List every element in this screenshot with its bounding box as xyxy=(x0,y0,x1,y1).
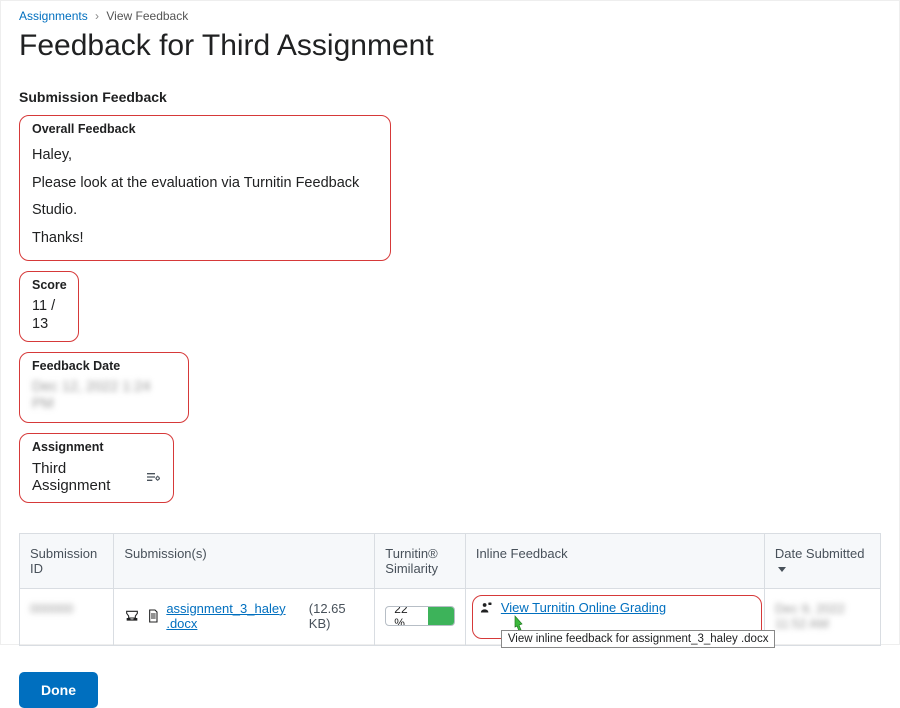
score-value: 11 / 13 xyxy=(32,298,66,333)
feedback-date-box: Feedback Date Dec 12, 2022 1:24 PM xyxy=(19,352,189,423)
feedback-line: Haley, xyxy=(32,142,378,170)
table-row: 000000 assignment_3_haley .docx (12.65 K… xyxy=(20,588,881,645)
done-button[interactable]: Done xyxy=(19,672,98,708)
similarity-percent: 22 % xyxy=(386,606,427,626)
col-header-inline-feedback[interactable]: Inline Feedback xyxy=(465,533,764,588)
overall-feedback-label: Overall Feedback xyxy=(32,122,378,136)
score-label: Score xyxy=(32,278,66,292)
cell-similarity: 22 % xyxy=(375,588,466,645)
submission-id-value: 000000 xyxy=(30,601,73,616)
breadcrumb-separator-icon: › xyxy=(95,9,99,23)
breadcrumb-current: View Feedback xyxy=(106,9,188,23)
feedback-date-label: Feedback Date xyxy=(32,359,176,373)
cell-date-submitted: Dec 9, 2022 11:52 AM xyxy=(764,588,880,645)
breadcrumb: Assignments › View Feedback xyxy=(19,9,881,23)
cell-submissions: assignment_3_haley .docx (12.65 KB) xyxy=(114,588,375,645)
assignment-settings-icon xyxy=(145,469,161,485)
document-icon xyxy=(145,608,161,624)
col-header-similarity[interactable]: Turnitin® Similarity xyxy=(375,533,466,588)
page-title: Feedback for Third Assignment xyxy=(19,29,881,63)
sort-desc-icon xyxy=(778,567,786,572)
inline-feedback-tooltip: View inline feedback for assignment_3_ha… xyxy=(501,630,776,648)
inbox-icon xyxy=(124,608,140,624)
breadcrumb-parent-link[interactable]: Assignments xyxy=(19,9,88,23)
table-header-row: Submission ID Submission(s) Turnitin® Si… xyxy=(20,533,881,588)
feedback-line: Thanks! xyxy=(32,225,378,253)
assignment-box: Assignment Third Assignment xyxy=(19,433,174,503)
overall-feedback-box: Overall Feedback Haley, Please look at t… xyxy=(19,115,391,261)
col-header-submission-id[interactable]: Submission ID xyxy=(20,533,114,588)
feedback-date-value: Dec 12, 2022 1:24 PM xyxy=(32,379,176,414)
submission-file-link[interactable]: assignment_3_haley .docx xyxy=(166,601,303,631)
similarity-bar xyxy=(428,607,454,625)
submission-feedback-heading: Submission Feedback xyxy=(19,89,881,105)
view-turnitin-link[interactable]: View Turnitin Online Grading xyxy=(501,600,666,615)
cell-inline-feedback: View Turnitin Online Grading View inline… xyxy=(465,588,764,645)
assignment-label: Assignment xyxy=(32,440,161,454)
submissions-table: Submission ID Submission(s) Turnitin® Si… xyxy=(19,533,881,646)
col-header-date-submitted[interactable]: Date Submitted xyxy=(764,533,880,588)
cell-submission-id: 000000 xyxy=(20,588,114,645)
feedback-line: Please look at the evaluation via Turnit… xyxy=(32,170,378,225)
date-submitted-value: Dec 9, 2022 11:52 AM xyxy=(775,601,845,631)
assignment-value: Third Assignment xyxy=(32,460,139,494)
inline-feedback-highlight: View Turnitin Online Grading View inline… xyxy=(472,595,762,639)
file-size: (12.65 KB) xyxy=(309,601,365,631)
instructor-icon xyxy=(479,600,495,616)
col-header-submissions[interactable]: Submission(s) xyxy=(114,533,375,588)
score-box: Score 11 / 13 xyxy=(19,271,79,342)
feedback-page: Assignments › View Feedback Feedback for… xyxy=(0,0,900,645)
assignment-line: Third Assignment xyxy=(32,460,161,494)
col-header-date-label: Date Submitted xyxy=(775,546,865,561)
similarity-pill[interactable]: 22 % xyxy=(385,606,455,626)
overall-feedback-body: Haley, Please look at the evaluation via… xyxy=(32,142,378,252)
